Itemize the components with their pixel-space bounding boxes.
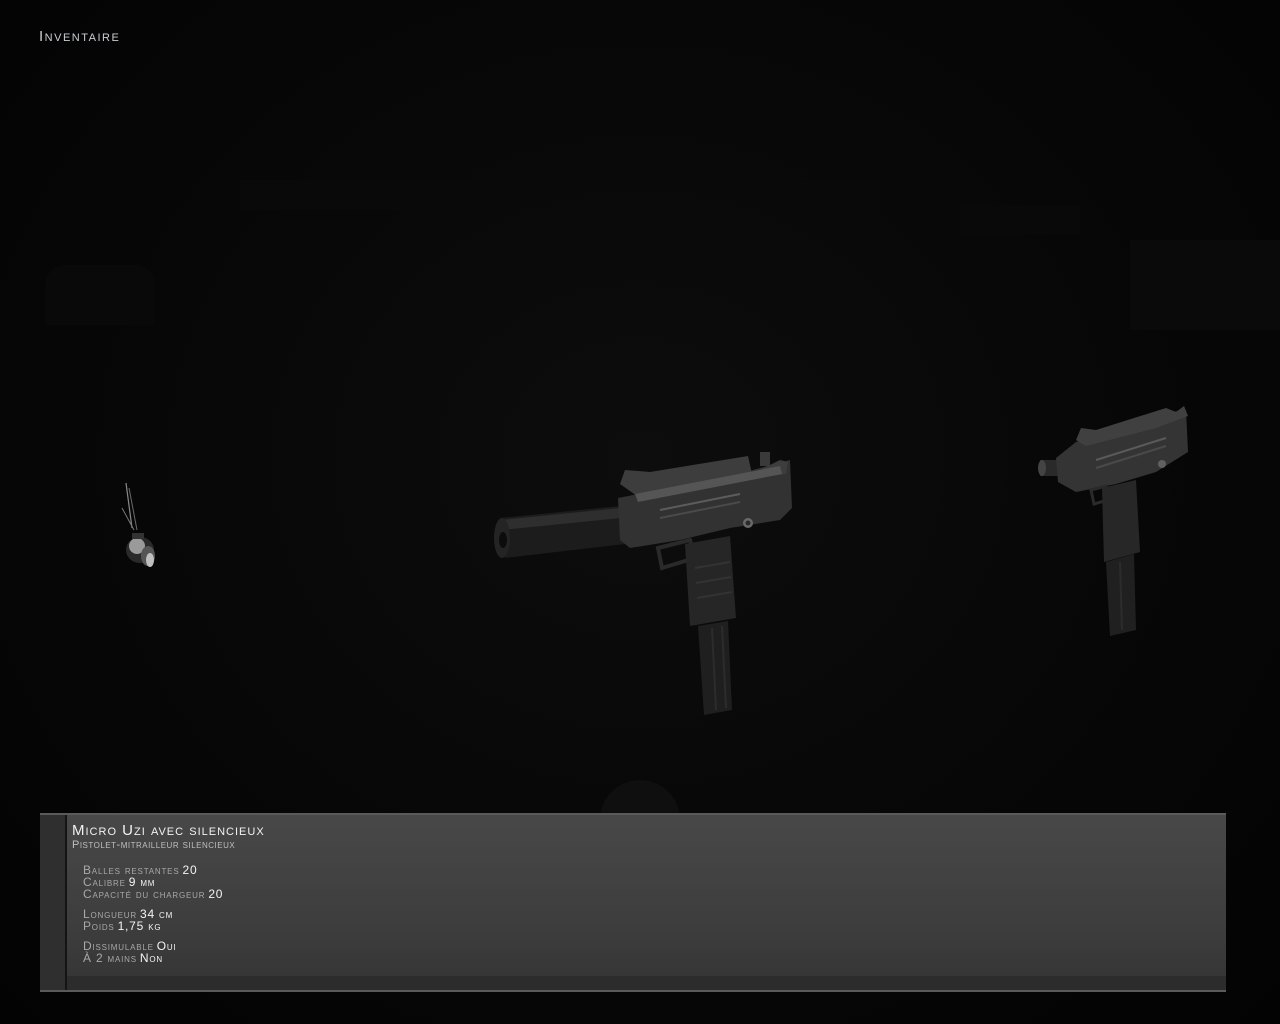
stat-label: Poids bbox=[83, 919, 115, 933]
item-type: Pistolet-mitrailleur silencieux bbox=[72, 839, 236, 851]
panel-bottom-strip bbox=[67, 976, 1226, 990]
stats-ammo-group: Balles restantes 20 Calibre 9 mm Capacité … bbox=[83, 864, 223, 900]
background-decor bbox=[240, 180, 880, 210]
item-info-panel: Micro Uzi avec silencieux Pistolet-mitra… bbox=[40, 813, 1226, 992]
stat-value: 20 bbox=[182, 863, 198, 877]
stat-label: À 2 mains bbox=[83, 951, 137, 965]
gadget-icon bbox=[121, 482, 155, 567]
background-decor bbox=[960, 205, 1080, 235]
stat-value: Non bbox=[139, 951, 163, 965]
stat-value: 20 bbox=[208, 887, 224, 901]
stats-size-group: Longueur 34 cm Poids 1,75 kg bbox=[83, 908, 173, 932]
carousel-item-uzi[interactable] bbox=[1036, 402, 1196, 642]
panel-left-bar bbox=[40, 815, 67, 990]
stat-value: 1,75 kg bbox=[117, 919, 162, 933]
stat-two-handed: À 2 mains Non bbox=[83, 952, 176, 964]
background-decor bbox=[45, 265, 155, 325]
stat-magazine: Capacité du chargeur 20 bbox=[83, 888, 223, 900]
background-decor bbox=[1130, 240, 1280, 330]
silenced-uzi-icon bbox=[494, 452, 792, 715]
inventory-screen: Inventaire Micro Uzi avec silencieux Pis… bbox=[0, 0, 1280, 1024]
item-name: Micro Uzi avec silencieux bbox=[72, 822, 265, 839]
screen-title: Inventaire bbox=[39, 28, 121, 45]
stats-handling-group: Dissimulable Oui À 2 mains Non bbox=[83, 940, 176, 964]
uzi-icon bbox=[1038, 406, 1188, 636]
carousel-item-gadget[interactable] bbox=[112, 478, 172, 578]
carousel-item-silenced-uzi[interactable] bbox=[490, 448, 800, 718]
stat-weight: Poids 1,75 kg bbox=[83, 920, 173, 932]
stat-label: Capacité du chargeur bbox=[83, 887, 206, 901]
